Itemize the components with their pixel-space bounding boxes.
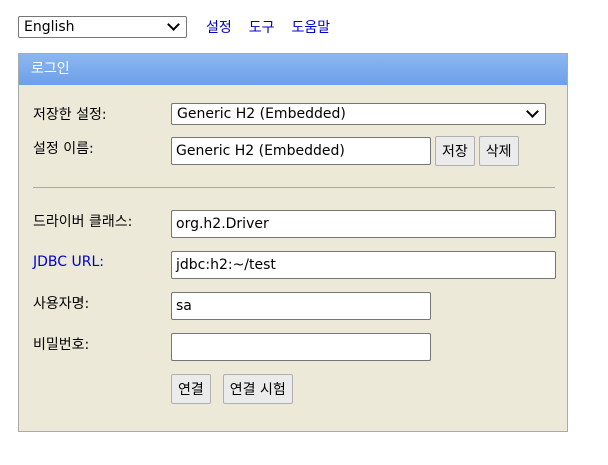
language-select-value: English xyxy=(24,19,75,35)
password-input[interactable] xyxy=(171,333,431,361)
settings-link[interactable]: 설정 xyxy=(206,17,232,37)
saved-settings-select[interactable]: Generic H2 (Embedded) xyxy=(171,103,546,125)
saved-settings-value: Generic H2 (Embedded) xyxy=(177,106,346,122)
driver-class-row: 드라이버 클래스: org.h2.Driver xyxy=(33,210,556,238)
chevron-down-icon xyxy=(526,105,539,118)
saved-settings-row: 저장한 설정: Generic H2 (Embedded) xyxy=(33,103,546,125)
setting-name-label: 설정 이름: xyxy=(33,141,94,157)
help-link[interactable]: 도움말 xyxy=(292,17,331,37)
language-select[interactable]: English xyxy=(18,16,187,38)
connect-button[interactable]: 연결 xyxy=(171,374,211,404)
tools-link[interactable]: 도구 xyxy=(249,17,275,37)
password-row: 비밀번호: xyxy=(33,333,431,361)
setting-name-row: 설정 이름: Generic H2 (Embedded) 저장 삭제 xyxy=(33,136,519,166)
divider xyxy=(33,187,555,188)
username-row: 사용자명: sa xyxy=(33,292,431,320)
jdbc-url-label[interactable]: JDBC URL: xyxy=(33,254,171,270)
username-label: 사용자명: xyxy=(33,296,90,312)
action-buttons-row: 연결 연결 시험 xyxy=(167,374,293,404)
saved-settings-label: 저장한 설정: xyxy=(33,107,107,123)
username-input[interactable]: sa xyxy=(171,292,431,320)
save-button[interactable]: 저장 xyxy=(435,136,475,166)
driver-class-label: 드라이버 클래스: xyxy=(33,214,133,230)
setting-name-input[interactable]: Generic H2 (Embedded) xyxy=(171,137,431,165)
chevron-down-icon xyxy=(167,18,180,31)
delete-button[interactable]: 삭제 xyxy=(478,136,519,166)
test-connection-button[interactable]: 연결 시험 xyxy=(222,374,293,404)
jdbc-url-row: JDBC URL: jdbc:h2:~/test xyxy=(33,251,556,279)
top-bar: English 설정 도구 도움말 xyxy=(18,15,330,39)
login-panel: 로그인 저장한 설정: Generic H2 (Embedded) 설정 이름:… xyxy=(18,53,568,432)
password-label: 비밀번호: xyxy=(33,337,90,353)
panel-title: 로그인 xyxy=(19,54,567,85)
jdbc-url-input[interactable]: jdbc:h2:~/test xyxy=(171,251,556,279)
driver-class-input[interactable]: org.h2.Driver xyxy=(171,210,556,238)
